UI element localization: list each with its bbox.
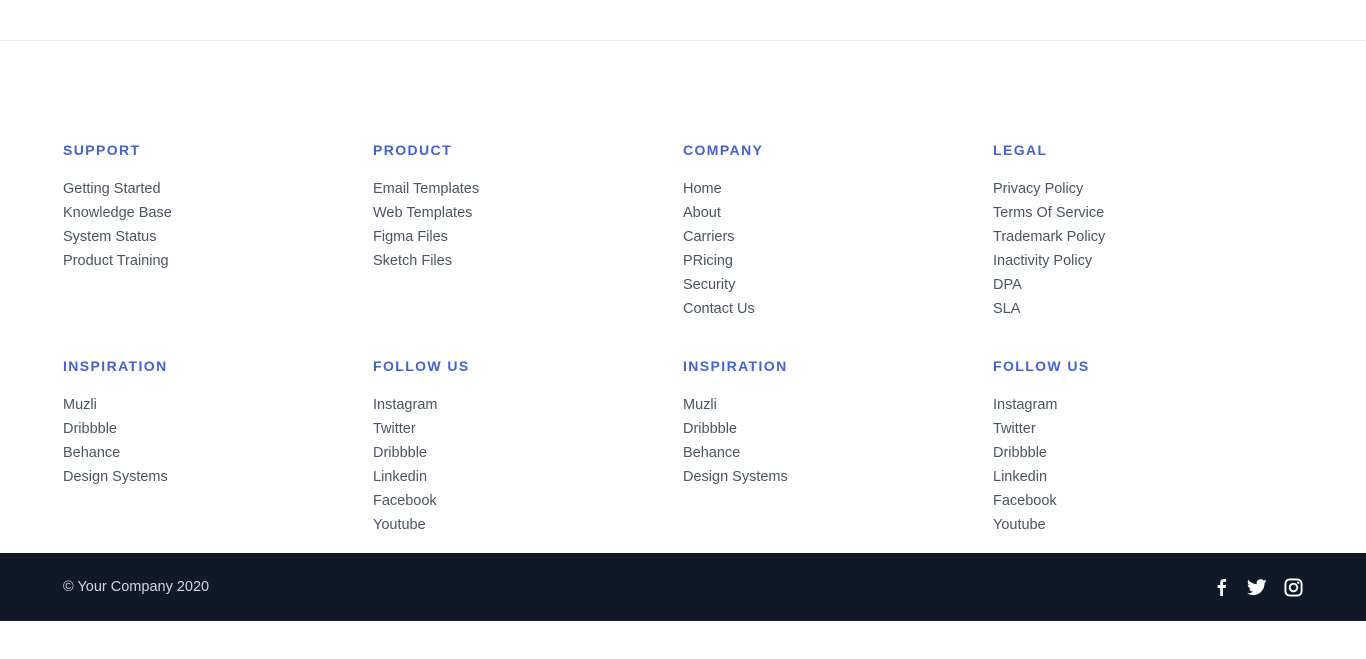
footer-link[interactable]: Home xyxy=(683,177,963,201)
footer-column-inspiration: INSPIRATION Muzli Dribbble Behance Desig… xyxy=(683,358,963,489)
footer-link[interactable]: Muzli xyxy=(63,393,343,417)
footer-link[interactable]: DPA xyxy=(993,273,1273,297)
footer-link[interactable]: Behance xyxy=(63,441,343,465)
footer-column-product: PRODUCT Email Templates Web Templates Fi… xyxy=(373,142,653,273)
column-heading: COMPANY xyxy=(683,142,764,158)
footer-bottom-bar: © Your Company 2020 xyxy=(0,553,1366,621)
link-list: Muzli Dribbble Behance Design Systems xyxy=(63,393,343,489)
copyright-text: © Your Company 2020 xyxy=(63,579,210,595)
column-heading: PRODUCT xyxy=(373,142,453,158)
link-list: Instagram Twitter Dribbble Linkedin Face… xyxy=(993,393,1273,537)
footer-column-support: SUPPORT Getting Started Knowledge Base S… xyxy=(63,142,343,273)
link-list: Home About Carriers PRicing Security Con… xyxy=(683,177,963,321)
footer-link[interactable]: Contact Us xyxy=(683,297,963,321)
footer-link[interactable]: Youtube xyxy=(993,513,1273,537)
footer-link[interactable]: Design Systems xyxy=(63,465,343,489)
footer-link[interactable]: Security xyxy=(683,273,963,297)
footer-column-company: COMPANY Home About Carriers PRicing Secu… xyxy=(683,142,963,321)
footer-link[interactable]: Email Templates xyxy=(373,177,653,201)
twitter-icon[interactable] xyxy=(1247,577,1267,597)
link-list: Instagram Twitter Dribbble Linkedin Face… xyxy=(373,393,653,537)
footer-link[interactable]: System Status xyxy=(63,225,343,249)
footer-link[interactable]: Instagram xyxy=(993,393,1273,417)
footer-link[interactable]: Sketch Files xyxy=(373,249,653,273)
column-heading: FOLLOW US xyxy=(993,358,1090,374)
footer-link[interactable]: Facebook xyxy=(993,489,1273,513)
footer-link[interactable]: Instagram xyxy=(373,393,653,417)
column-heading: SUPPORT xyxy=(63,142,141,158)
column-heading: FOLLOW US xyxy=(373,358,470,374)
column-heading: INSPIRATION xyxy=(683,358,788,374)
column-heading: INSPIRATION xyxy=(63,358,168,374)
footer-link[interactable]: Twitter xyxy=(993,417,1273,441)
footer-link[interactable]: Behance xyxy=(683,441,963,465)
column-heading: LEGAL xyxy=(993,142,1048,158)
footer-link[interactable]: Knowledge Base xyxy=(63,201,343,225)
footer-link[interactable]: Privacy Policy xyxy=(993,177,1273,201)
footer-link[interactable]: Dribbble xyxy=(63,417,343,441)
footer-column-follow-us: FOLLOW US Instagram Twitter Dribbble Lin… xyxy=(993,358,1273,537)
footer-column-legal: LEGAL Privacy Policy Terms Of Service Tr… xyxy=(993,142,1273,321)
footer-link[interactable]: SLA xyxy=(993,297,1273,321)
footer-links: SUPPORT Getting Started Knowledge Base S… xyxy=(0,0,1366,553)
footer-link[interactable]: Figma Files xyxy=(373,225,653,249)
footer-link[interactable]: PRicing xyxy=(683,249,963,273)
footer-link[interactable]: Twitter xyxy=(373,417,653,441)
link-list: Email Templates Web Templates Figma File… xyxy=(373,177,653,273)
link-list: Privacy Policy Terms Of Service Trademar… xyxy=(993,177,1273,321)
footer-column-inspiration: INSPIRATION Muzli Dribbble Behance Desig… xyxy=(63,358,343,489)
link-list: Muzli Dribbble Behance Design Systems xyxy=(683,393,963,489)
footer-link[interactable]: Muzli xyxy=(683,393,963,417)
footer-link[interactable]: Linkedin xyxy=(993,465,1273,489)
footer-link[interactable]: Trademark Policy xyxy=(993,225,1273,249)
footer-link[interactable]: Terms Of Service xyxy=(993,201,1273,225)
footer-link[interactable]: Web Templates xyxy=(373,201,653,225)
footer-link[interactable]: Carriers xyxy=(683,225,963,249)
facebook-icon[interactable] xyxy=(1211,577,1231,597)
link-list: Getting Started Knowledge Base System St… xyxy=(63,177,343,273)
footer-link[interactable]: Inactivity Policy xyxy=(993,249,1273,273)
footer-link[interactable]: Linkedin xyxy=(373,465,653,489)
footer-link[interactable]: Dribbble xyxy=(683,417,963,441)
footer-column-follow-us: FOLLOW US Instagram Twitter Dribbble Lin… xyxy=(373,358,653,537)
footer-link[interactable]: Dribbble xyxy=(993,441,1273,465)
footer-link[interactable]: Product Training xyxy=(63,249,343,273)
instagram-icon[interactable] xyxy=(1283,577,1303,597)
footer-link[interactable]: About xyxy=(683,201,963,225)
footer-link[interactable]: Facebook xyxy=(373,489,653,513)
footer-link[interactable]: Getting Started xyxy=(63,177,343,201)
footer-link[interactable]: Dribbble xyxy=(373,441,653,465)
footer-link[interactable]: Youtube xyxy=(373,513,653,537)
footer-link[interactable]: Design Systems xyxy=(683,465,963,489)
